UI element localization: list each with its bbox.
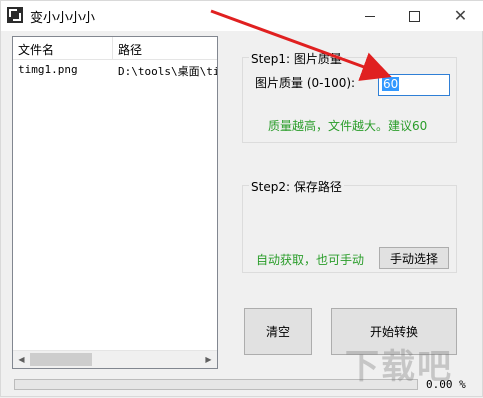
minimize-icon (364, 15, 375, 17)
quality-value: 60 (382, 77, 400, 91)
quality-hint: 质量越高，文件越大。建议60 (268, 119, 428, 133)
column-divider[interactable] (112, 37, 113, 59)
app-window: 变小小小小 ✕ 文件名 路径 timg1.png D:\tools\桌面\tim… (0, 0, 483, 397)
title-bar[interactable]: 变小小小小 ✕ (1, 1, 483, 31)
scroll-right-icon[interactable]: ▶ (200, 351, 217, 368)
scrollbar-thumb[interactable] (30, 353, 92, 366)
clear-button[interactable]: 清空 (244, 308, 312, 355)
scroll-left-icon[interactable]: ◀ (13, 351, 30, 368)
step2-group: Step2: 保存路径 自动获取，也可手动 手动选择 (242, 178, 457, 273)
file-path-cell: D:\tools\桌面\timg1.png (118, 65, 217, 78)
quality-input[interactable]: 60 (378, 74, 450, 96)
quality-label: 图片质量 (0-100): (255, 76, 356, 90)
horizontal-scrollbar[interactable]: ◀ ▶ (13, 350, 217, 368)
compress-icon (7, 7, 23, 23)
window-title: 变小小小小 (30, 11, 96, 26)
step1-title: Step1: 图片质量 (249, 50, 344, 67)
manual-select-button[interactable]: 手动选择 (379, 247, 449, 269)
step2-title: Step2: 保存路径 (249, 178, 344, 195)
file-name-cell: timg1.png (18, 63, 78, 76)
minimize-button[interactable] (347, 1, 392, 31)
save-path-hint: 自动获取，也可手动 (256, 253, 365, 267)
watermark-logo: 下载吧 (345, 347, 453, 387)
close-button[interactable]: ✕ (438, 1, 483, 31)
maximize-button[interactable] (392, 1, 437, 31)
maximize-icon (409, 10, 420, 22)
close-icon: ✕ (453, 6, 468, 25)
column-header-path[interactable]: 路径 (118, 41, 142, 58)
list-item[interactable]: timg1.png D:\tools\桌面\timg1.png (13, 61, 217, 79)
file-list[interactable]: 文件名 路径 timg1.png D:\tools\桌面\timg1.png ◀… (12, 36, 218, 369)
step1-group: Step1: 图片质量 图片质量 (0-100): 60 质量越高，文件越大。建… (242, 50, 457, 143)
column-header-filename[interactable]: 文件名 (18, 41, 54, 58)
list-header: 文件名 路径 (13, 37, 217, 60)
